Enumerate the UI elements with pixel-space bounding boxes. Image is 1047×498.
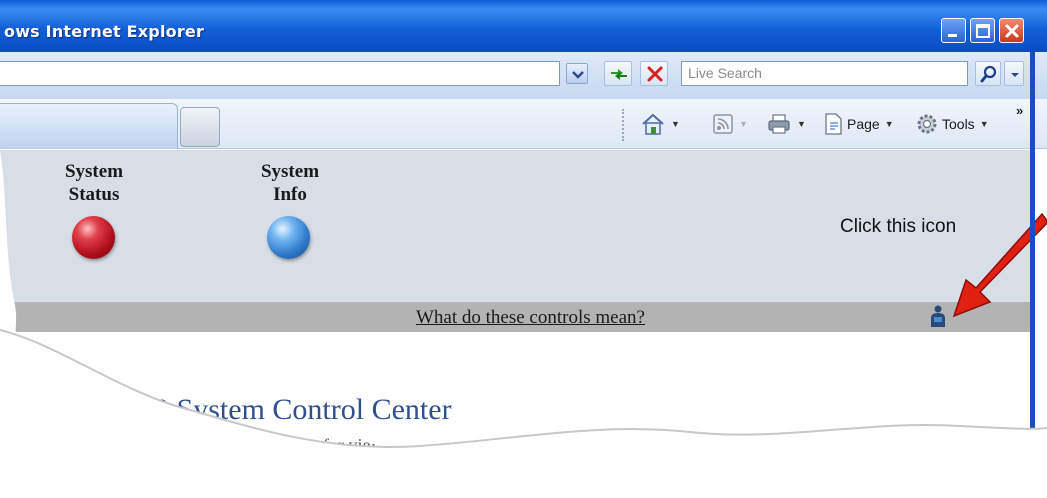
torn-edge-overlay: [0, 150, 1047, 498]
